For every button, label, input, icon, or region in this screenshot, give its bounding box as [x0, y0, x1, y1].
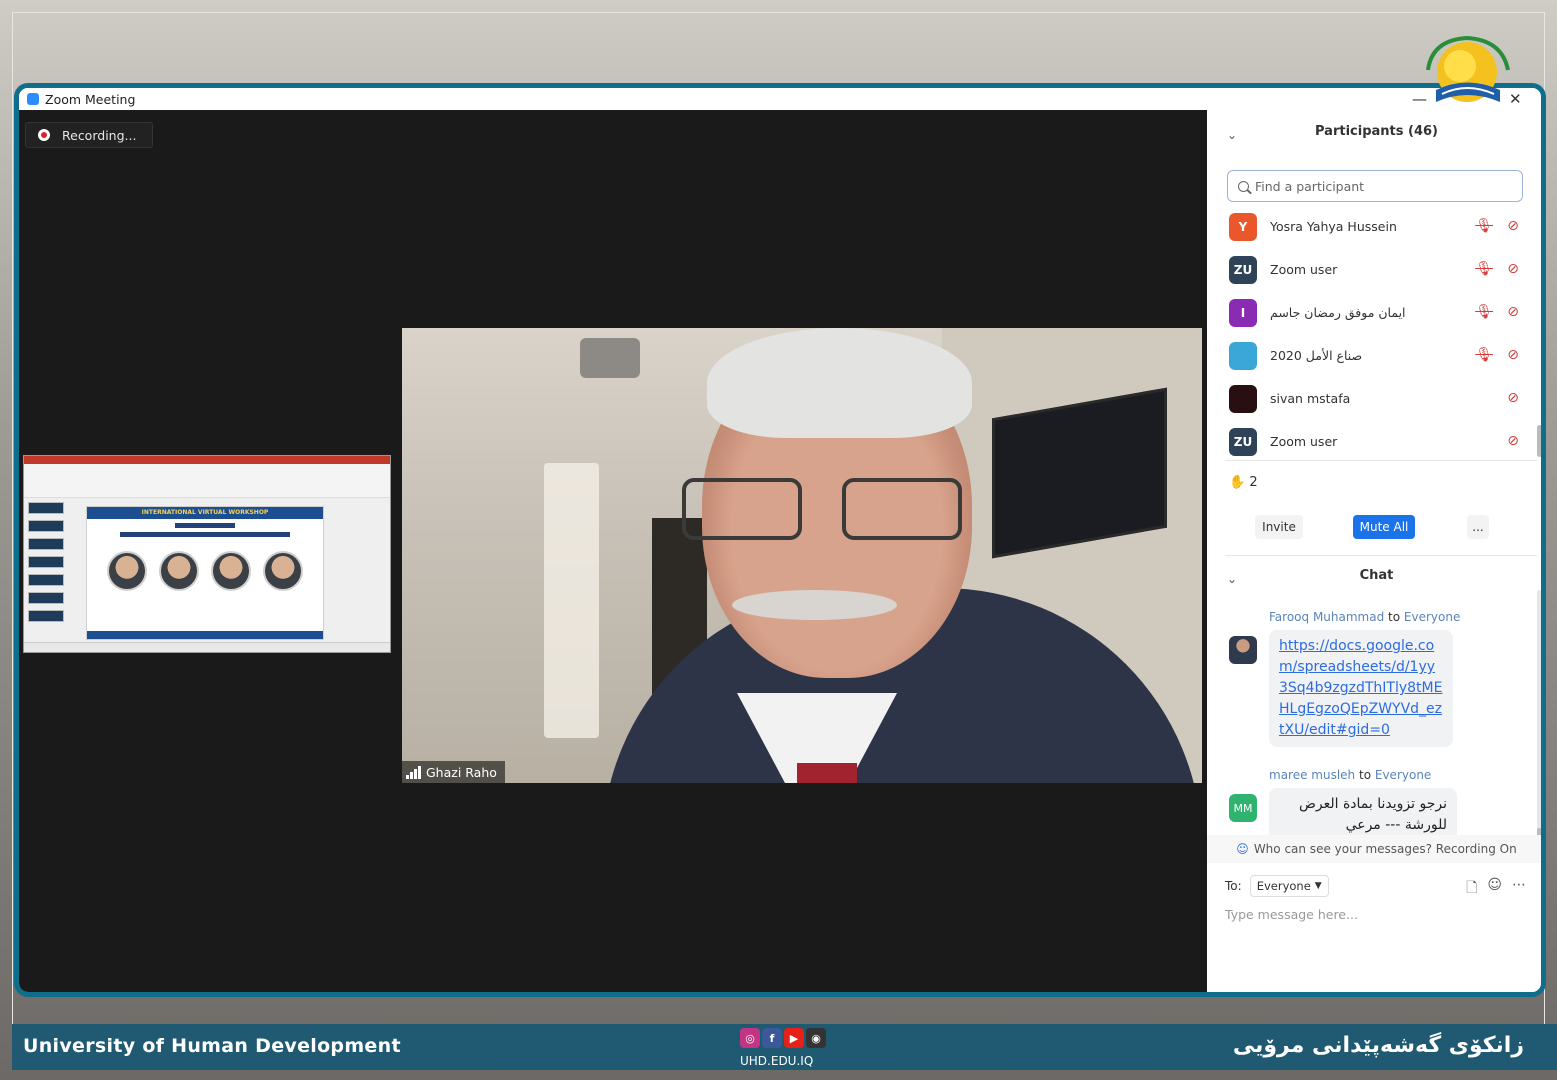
chat-scrollbar[interactable]: [1537, 590, 1541, 840]
ppt-slide-list: [28, 502, 64, 642]
chat-message: Farooq Muhammad to Everyone https://docs…: [1229, 610, 1529, 747]
participant-name: sivan mstafa: [1270, 391, 1351, 406]
chat-input[interactable]: Type message here...: [1225, 907, 1358, 922]
people-icon: ☺: [1236, 842, 1249, 856]
participant-avatar: I: [1229, 298, 1257, 327]
file-icon[interactable]: 🗋: [1466, 877, 1477, 901]
chat-tools: 🗋 ☺ ⋯: [1466, 877, 1526, 901]
ppt-titlebar: [24, 456, 390, 464]
side-panel: ⌄ Participants (46) Find a participant Y…: [1207, 110, 1541, 992]
zoom-logo-icon: [27, 93, 39, 105]
slide-banner: INTERNATIONAL VIRTUAL WORKSHOP: [87, 507, 323, 519]
footer-banner: University of Human Development ◎ f ▶ ◉ …: [12, 1024, 1557, 1070]
chat-message: MM maree musleh to Everyone نرجو تزويدنا…: [1229, 768, 1529, 842]
message-meta: maree musleh to Everyone: [1269, 768, 1432, 782]
ceiling-fan: [580, 338, 640, 378]
recipient-select[interactable]: Everyone ▼: [1249, 875, 1329, 897]
sender-avatar: [1229, 636, 1257, 664]
video-off-icon: ⊘: [1507, 390, 1519, 406]
youtube-icon[interactable]: ▶: [784, 1028, 804, 1048]
participant-row[interactable]: sivan mstafa ⊘: [1207, 377, 1527, 420]
more-icon[interactable]: ⋯: [1512, 877, 1526, 901]
speaker-photo: [107, 551, 147, 591]
speaker-photo: [159, 551, 199, 591]
message-bubble: نرجو تزويدنا بمادة العرض للورشة --- مرعي: [1269, 788, 1457, 842]
signal-icon: [406, 765, 421, 779]
message-meta: Farooq Muhammad to Everyone: [1269, 610, 1461, 624]
video-off-icon: ⊘: [1507, 347, 1519, 363]
raised-hands-count: ✋ 2: [1229, 475, 1258, 490]
chat-header: Chat: [1359, 568, 1394, 583]
university-logo: [1426, 35, 1510, 102]
shared-screen-thumbnail[interactable]: INTERNATIONAL VIRTUAL WORKSHOP: [23, 455, 391, 653]
speaker-photo: [211, 551, 251, 591]
university-name-kurdish: زانكۆی گەشەپێدانی مرۆیی: [1232, 1033, 1524, 1058]
slide-preview: INTERNATIONAL VIRTUAL WORKSHOP: [86, 506, 324, 640]
speaker-name-tag: Ghazi Raho: [402, 761, 505, 783]
participant-list: Y Yosra Yahya Hussein 🎙 ⊘ ZU Zoom user 🎙 ⊘ I ايما…: [1207, 205, 1527, 463]
participant-avatar: [1229, 341, 1257, 370]
participant-row[interactable]: ZU Zoom user ⊘: [1207, 420, 1527, 463]
participant-row[interactable]: صناع الأمل 2020 🎙 ⊘: [1207, 334, 1527, 377]
participant-row[interactable]: Y Yosra Yahya Hussein 🎙 ⊘: [1207, 205, 1527, 248]
participant-avatar: [1229, 384, 1257, 413]
message-link[interactable]: https://docs.google.com/spreadsheets/d/1…: [1279, 638, 1442, 738]
web-icon[interactable]: ◉: [806, 1028, 826, 1048]
glasses: [682, 478, 982, 548]
participant-row[interactable]: I ايمان موفق رمضان جاسم 🎙 ⊘: [1207, 291, 1527, 334]
slide-speakers: [87, 551, 323, 591]
participant-avatar: Y: [1229, 212, 1257, 241]
recipient-row: To: Everyone ▼: [1225, 875, 1329, 897]
chevron-down-icon: ▼: [1314, 881, 1322, 891]
ppt-ribbon: [24, 464, 390, 498]
participant-name: ايمان موفق رمضان جاسم: [1270, 305, 1406, 320]
participant-name: صناع الأمل 2020: [1270, 348, 1363, 363]
title-bar: Zoom Meeting — ✕: [19, 88, 1541, 110]
mic-muted-icon: 🎙: [1475, 347, 1493, 363]
recording-label: Recording...: [62, 127, 137, 143]
search-placeholder: Find a participant: [1255, 178, 1365, 194]
website-url[interactable]: UHD.EDU.IQ: [740, 1054, 813, 1068]
speaker-photo: [263, 551, 303, 591]
participant-name: Yosra Yahya Hussein: [1270, 219, 1397, 234]
emoji-icon[interactable]: ☺: [1487, 877, 1502, 901]
social-links: ◎ f ▶ ◉: [740, 1028, 826, 1048]
instagram-icon[interactable]: ◎: [740, 1028, 760, 1048]
ppt-statusbar: [24, 642, 390, 652]
to-label: To:: [1225, 879, 1242, 893]
video-off-icon: ⊘: [1507, 304, 1519, 320]
video-off-icon: ⊘: [1507, 261, 1519, 277]
active-speaker-video[interactable]: Ghazi Raho: [402, 328, 1202, 783]
video-off-icon: ⊘: [1507, 433, 1519, 449]
record-icon: [38, 129, 50, 141]
speaker-name: Ghazi Raho: [426, 764, 497, 780]
mic-muted-icon: 🎙: [1475, 261, 1493, 277]
facebook-icon[interactable]: f: [762, 1028, 782, 1048]
video-area: Recording... INTERNATIONAL VIRTUAL WORKS…: [19, 110, 1207, 992]
participants-scrollbar[interactable]: [1537, 425, 1541, 457]
video-off-icon: ⊘: [1507, 218, 1519, 234]
window-title: Zoom Meeting: [45, 91, 136, 107]
participant-avatar: ZU: [1229, 255, 1257, 284]
invite-button[interactable]: Invite: [1255, 515, 1303, 539]
university-name-english: University of Human Development: [23, 1035, 401, 1057]
message-bubble: https://docs.google.com/spreadsheets/d/1…: [1269, 630, 1453, 747]
search-icon: [1238, 180, 1249, 192]
recording-indicator[interactable]: Recording...: [25, 122, 153, 148]
mute-all-button[interactable]: Mute All: [1353, 515, 1415, 539]
participant-name: Zoom user: [1270, 434, 1338, 449]
participant-avatar: ZU: [1229, 427, 1257, 456]
zoom-window: Zoom Meeting — ✕ Recording... INTERNATIO…: [14, 83, 1546, 997]
mic-muted-icon: 🎙: [1475, 218, 1493, 234]
mic-muted-icon: 🎙: [1475, 304, 1493, 320]
participant-search-input[interactable]: Find a participant: [1227, 170, 1523, 202]
message-visibility-note[interactable]: ☺ Who can see your messages? Recording O…: [1207, 835, 1541, 863]
participant-name: Zoom user: [1270, 262, 1338, 277]
more-options-button[interactable]: ...: [1467, 515, 1489, 539]
sender-avatar: MM: [1229, 794, 1257, 822]
participant-row[interactable]: ZU Zoom user 🎙 ⊘: [1207, 248, 1527, 291]
participants-header: Participants (46): [1315, 124, 1438, 139]
